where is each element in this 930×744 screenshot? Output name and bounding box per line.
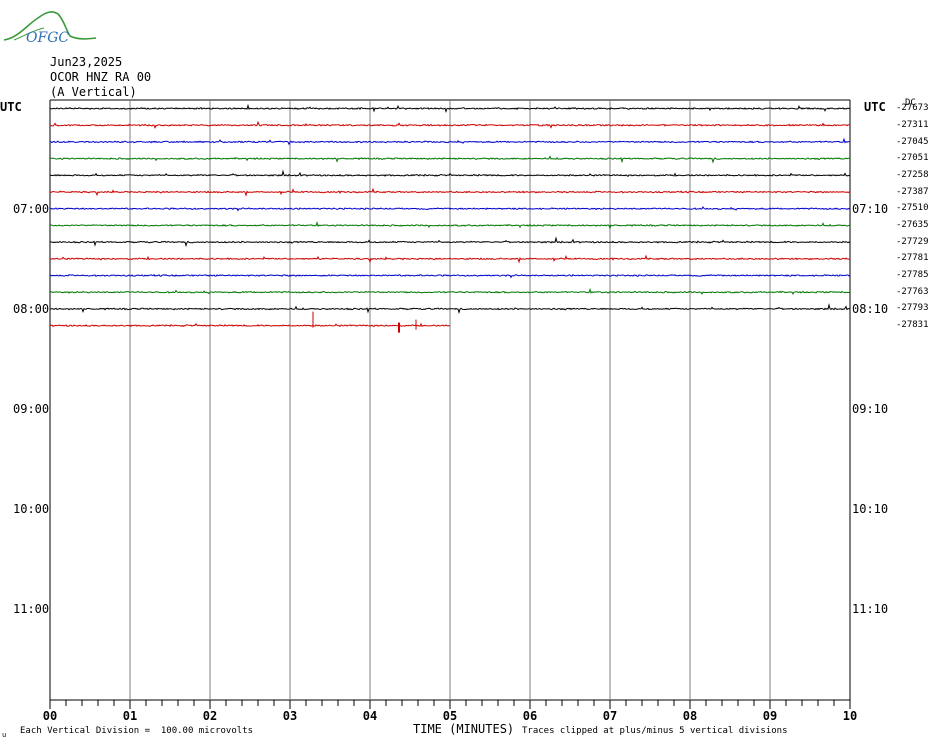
seismic-trace-line: [49, 322, 451, 328]
x-tick-label: 01: [122, 709, 138, 723]
x-tick-label: 10: [842, 709, 858, 723]
seismogram-plot: [49, 99, 851, 709]
x-tick-label: 03: [282, 709, 298, 723]
x-tick-label: 02: [202, 709, 218, 723]
x-tick-label: 07: [602, 709, 618, 723]
x-tick-label: 09: [762, 709, 778, 723]
x-axis-title: TIME (MINUTES): [413, 722, 515, 736]
x-tick-label: 00: [42, 709, 58, 723]
footer-mark: u: [2, 731, 7, 739]
x-tick-label: 08: [682, 709, 698, 723]
x-tick-label: 06: [522, 709, 538, 723]
footer-division-note: Each Vertical Division = 100.00 microvol…: [20, 726, 253, 736]
footer-clip-note: Traces clipped at plus/minus 5 vertical …: [522, 726, 788, 736]
x-tick-label: 04: [362, 709, 378, 723]
x-tick-label: 05: [442, 709, 458, 723]
